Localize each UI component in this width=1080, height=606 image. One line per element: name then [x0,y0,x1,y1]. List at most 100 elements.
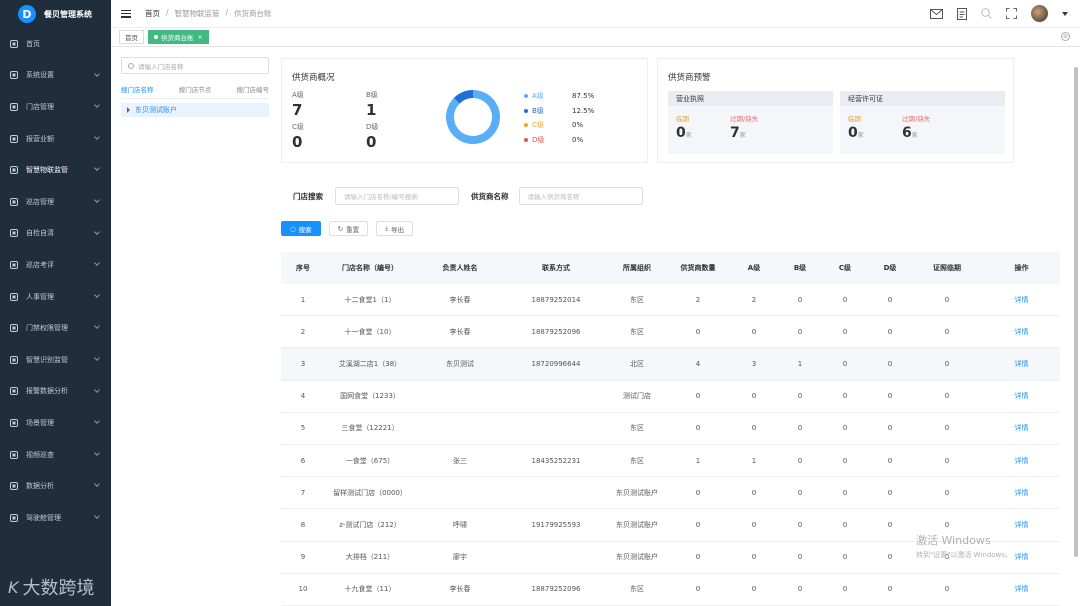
export-button[interactable]: ⤓ 导出 [376,221,413,236]
table-cell: 留样测试门店（0000） [333,488,407,497]
stat-unit: 家 [857,132,864,139]
detail-link[interactable]: 详情 [983,391,1060,401]
legend-item[interactable]: D级 0% [524,133,594,148]
breadcrumb-item-iot[interactable]: 智慧物联监管 [175,8,220,19]
near-expiry-stat[interactable]: 临期 0家 [848,113,864,141]
hamburger-icon[interactable] [121,9,131,18]
table-cell: 东贝测试 [446,359,474,368]
sidebar-item[interactable]: 智慧识别监管 [0,344,111,376]
detail-link[interactable]: 详情 [983,456,1060,466]
table-cell: 李长春 [449,295,471,304]
vertical-scrollbar[interactable] [1074,67,1078,557]
table-row[interactable]: 4 国网食堂（1233） 测试门店 0 0 0 0 0 0 详情 [281,381,1060,413]
sidebar-item[interactable]: 数据分析 [0,470,111,502]
store-search-label: 门店搜索 [293,191,323,201]
reset-button[interactable]: ↻ 重置 [328,221,369,236]
sidebar-item-label: 数据分析 [26,482,54,491]
legend-item[interactable]: C级 0% [524,118,594,133]
dashboard-icon [10,39,18,48]
sidebar-item[interactable]: 报警数据分析 [0,376,111,408]
sidebar-item[interactable]: 场景管理 [0,407,111,439]
activation-line1: 激活 Windows [916,534,991,547]
document-icon[interactable] [957,7,967,20]
expired-stat[interactable]: 过期/缺失 6家 [902,113,930,141]
detail-link[interactable]: 详情 [983,359,1060,369]
detail-link[interactable]: 详情 [983,295,1060,305]
supplier-name-label: 供货商名称 [471,191,509,201]
detail-link[interactable]: 详情 [983,520,1060,530]
column-header: B级 [793,264,807,272]
search-button[interactable]: ○ 搜索 [281,221,321,236]
detail-link[interactable]: 详情 [983,423,1060,433]
stat-label: 临期 [676,115,689,123]
mail-icon[interactable] [930,8,943,19]
tag-supplier-ledger[interactable]: 供货商台账 × [148,30,209,44]
chevron-down-icon[interactable] [1062,11,1068,16]
tag-home[interactable]: 首页 [119,30,144,44]
table-row[interactable]: 7 留样测试门店（0000） 东贝测试账户 0 0 0 0 0 0 详情 [281,477,1060,510]
button-label: 导出 [391,225,404,234]
sidebar-item[interactable]: 驾驶舱管理 [0,502,111,534]
detail-link[interactable]: 详情 [983,488,1060,498]
legend-label: D级 [532,135,545,144]
table-cell: 1 [300,295,306,304]
legend-item[interactable]: A级 87.5% [524,89,594,104]
close-all-icon[interactable]: ⊗ [1061,32,1070,41]
tree-node[interactable]: 东贝测试账户 [121,103,269,117]
sidebar-item-label: 报警数据分析 [26,387,68,396]
table-row[interactable]: 2 十一食堂（10） 李长春 18879252096 东区 0 0 0 0 0 0 详情 [281,316,1060,349]
table-row[interactable]: 5 三食堂（12221） 东区 0 0 0 0 0 0 详情 [281,413,1060,445]
user-icon [10,71,18,80]
table-cell: 0 [797,520,803,529]
person-icon [10,292,18,301]
tab-search-code[interactable]: 搜门店编号 [237,84,270,94]
chevron-down-icon [94,165,100,172]
chevron-down-icon [94,418,100,424]
button-label: 搜索 [298,225,312,234]
store-search-input[interactable]: 请输入门店名称 [121,57,269,74]
sidebar-item[interactable]: 巡店考评 [0,249,111,281]
table-row[interactable]: 3 艾溪湖二店1（38） 东贝测试 18720996644 北区 4 3 1 0 0 0 详情 [281,348,1060,381]
table-row[interactable]: 10 十九食堂（11） 李长春 18879252096 东区 0 0 0 0 0 0 详情 [281,574,1060,606]
avatar[interactable] [1031,5,1048,22]
chevron-down-icon [94,481,100,488]
close-icon[interactable]: × [198,34,203,41]
grade-value: 0 [292,133,303,151]
sidebar-item[interactable]: 智慧物联监管 [0,154,111,186]
tab-search-node[interactable]: 搜门店节点 [179,84,212,94]
table-cell: 4 [695,359,701,368]
expired-stat[interactable]: 过期/缺失 7家 [730,113,758,141]
store-keyword-input[interactable]: 请输入门店名称/编号搜索 [335,187,459,205]
table-cell: 艾溪湖二店1（38） [338,359,402,368]
table-row[interactable]: 6 一食堂（675） 张三 18435252231 东区 1 1 0 0 0 0 详情 [281,445,1060,478]
sidebar-item[interactable]: 自检自清 [0,218,111,250]
sidebar-item[interactable]: 人事管理 [0,281,111,313]
table-cell: 三食堂（12221） [341,424,399,433]
table-cell: 10 [298,585,308,594]
fullscreen-icon[interactable] [1006,8,1017,19]
table-row[interactable]: 1 十二食堂1（1） 李长春 18879252014 东区 2 2 0 0 0 0 详情 [281,284,1060,317]
sidebar-item[interactable]: 视频巡查 [0,439,111,471]
sidebar-item[interactable]: 门禁权限管理 [0,312,111,344]
search-icon[interactable] [981,8,992,19]
legend-item[interactable]: B级 12.5% [524,104,594,119]
near-expiry-stat[interactable]: 临期 0家 [676,113,692,141]
detail-link[interactable]: 详情 [983,327,1060,337]
app-logo[interactable]: D 餐贝管理系统 [0,0,111,28]
gear-icon [10,166,18,175]
caret-right-icon[interactable] [127,107,130,113]
table-cell: 0 [944,327,950,336]
sidebar-item[interactable]: 报营业额 [0,123,111,155]
eye-icon [10,355,18,364]
sidebar-item[interactable]: 门店管理 [0,91,111,123]
sidebar-item[interactable]: 首页 [0,28,111,60]
tab-search-name[interactable]: 搜门店名称 [121,84,154,94]
sidebar-item[interactable]: 巡店管理 [0,186,111,218]
detail-link[interactable]: 详情 [983,584,1060,594]
input-placeholder: 请输入供货商名称 [527,193,580,201]
sidebar-item[interactable]: 系统设置 [0,60,111,92]
supplier-name-input[interactable]: 请输入供货商名称 [518,187,643,205]
table-cell: 0 [944,392,950,401]
breadcrumb-item-home[interactable]: 首页 [145,8,160,19]
table-cell: 0 [944,359,950,368]
